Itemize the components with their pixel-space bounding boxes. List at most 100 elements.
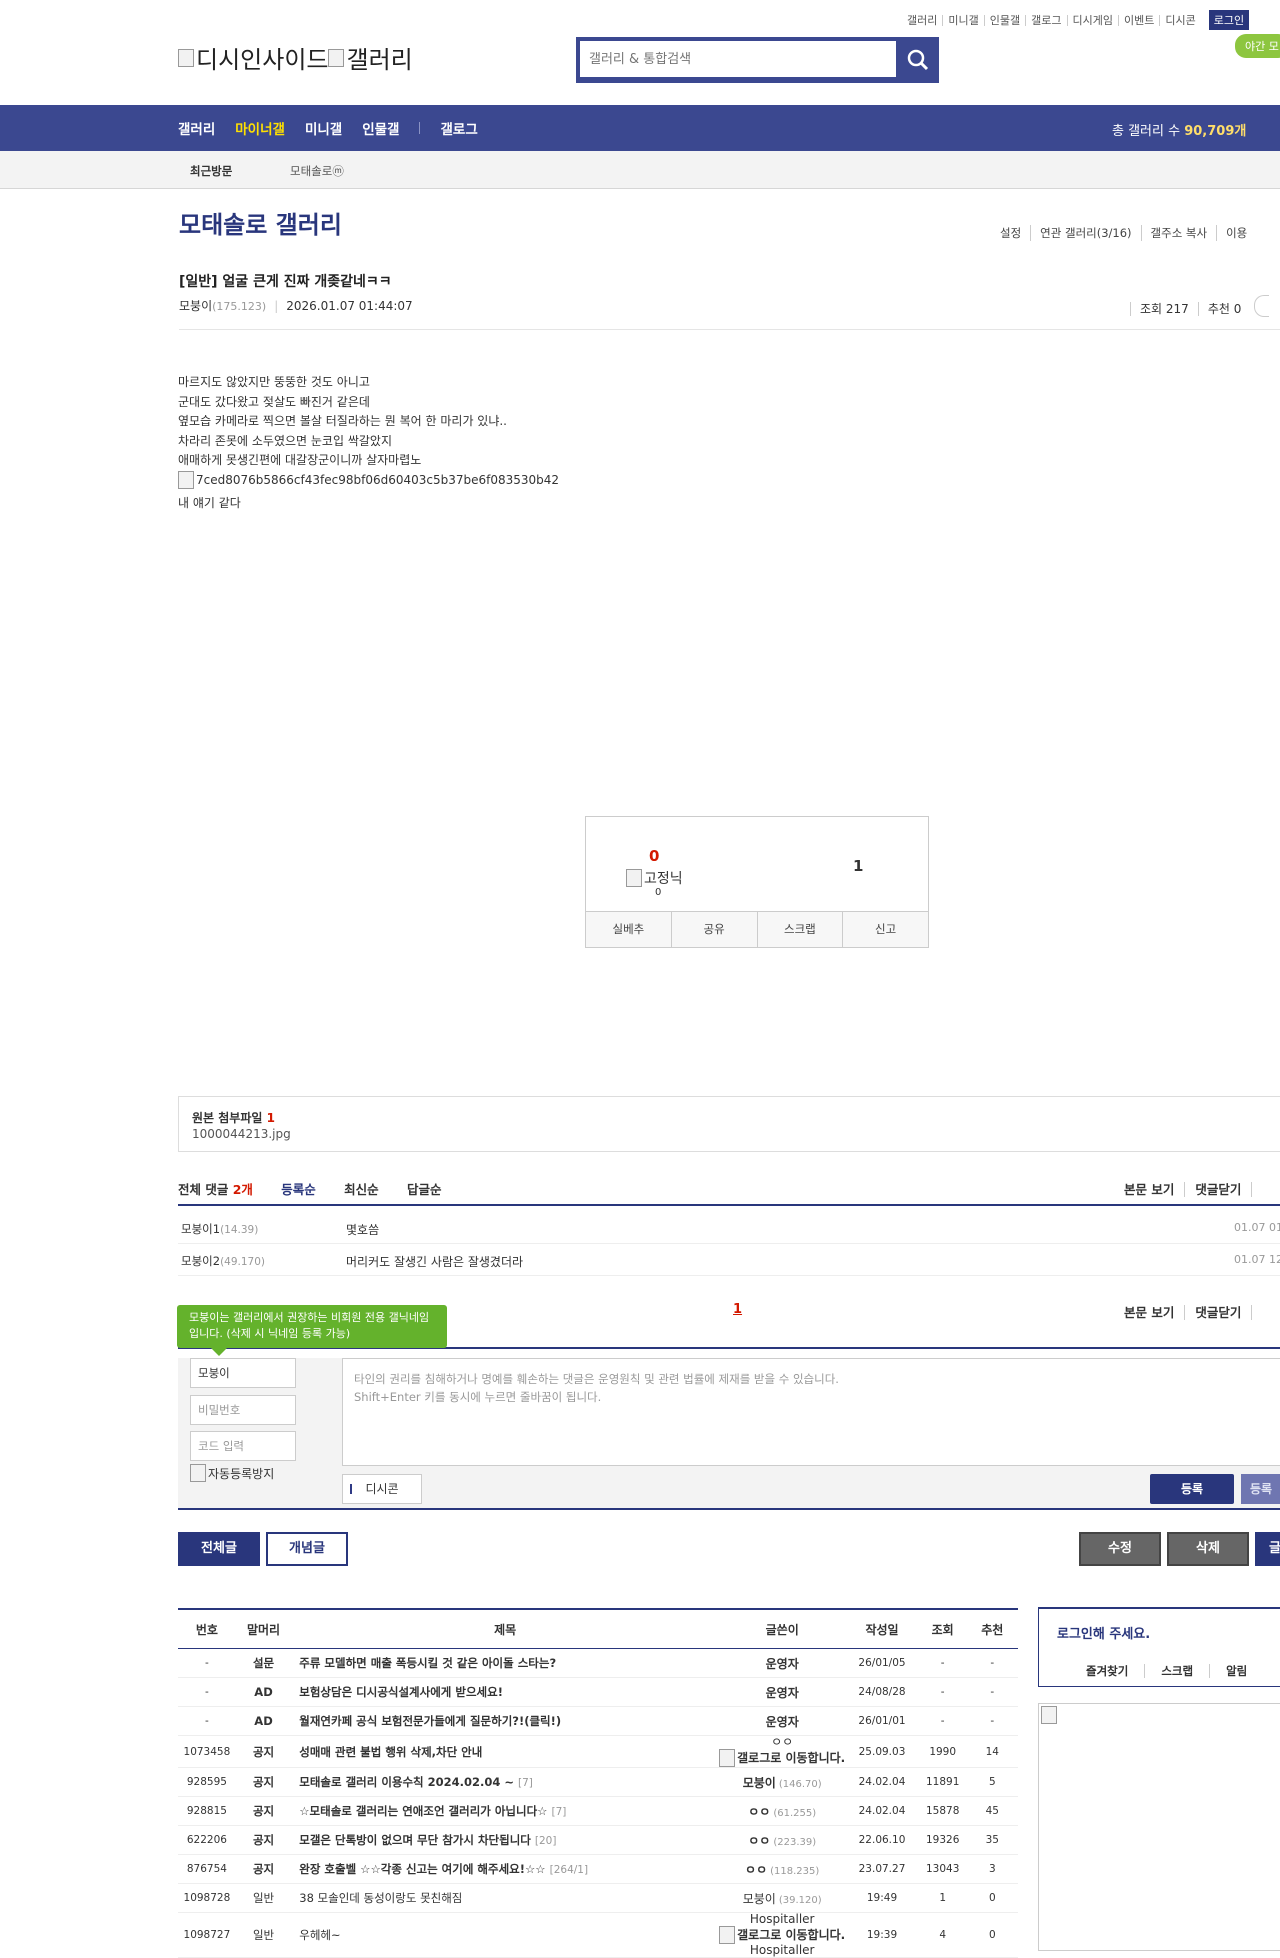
post-title-cell[interactable]: 성매매 관련 불법 행위 삭제,차단 안내 bbox=[291, 1735, 720, 1768]
search-button[interactable] bbox=[897, 37, 939, 83]
writer-name[interactable]: 운영자 bbox=[766, 1686, 799, 1700]
usage-link[interactable]: 이용 bbox=[1216, 225, 1256, 241]
util-link-event[interactable]: 이벤트 bbox=[1117, 14, 1159, 26]
report-button[interactable]: 신고 bbox=[842, 912, 928, 947]
all-posts-button[interactable]: 전체글 bbox=[178, 1532, 260, 1566]
util-link-person[interactable]: 인물갤 bbox=[983, 14, 1025, 26]
writer-name[interactable]: 운영자 bbox=[766, 1715, 799, 1729]
writer-name[interactable]: ㅇㅇ bbox=[748, 1834, 770, 1848]
post-writer[interactable]: ㅇㅇ 갤로그로 이동합니다. bbox=[719, 1735, 846, 1768]
post-title-cell[interactable]: 완장 호출벨 ☆☆각종 신고는 여기에 해주세요!☆☆ [264/1] bbox=[291, 1854, 720, 1884]
related-gallery-link[interactable]: 연관 갤러리(3/16) bbox=[1030, 225, 1140, 241]
writer-name[interactable]: ㅇㅇ bbox=[745, 1863, 767, 1877]
post-title-link[interactable]: 우헤헤~ bbox=[299, 1928, 340, 1942]
delete-button[interactable]: 삭제 bbox=[1167, 1532, 1249, 1566]
post-writer[interactable]: 운영자 bbox=[719, 1677, 846, 1707]
post-title-cell[interactable]: 보험상담은 디시공식설계사에게 받으세요! bbox=[291, 1677, 720, 1707]
recent-visit-label[interactable]: 최근방문 bbox=[190, 163, 232, 179]
search-input[interactable] bbox=[580, 41, 896, 77]
post-title-cell[interactable]: 주류 모델하면 매출 폭등시킬 것 같은 아이돌 스타는? bbox=[291, 1648, 720, 1678]
post-title-link[interactable]: 모태솔로 갤러리 이용수칙 2024.02.04 ~ bbox=[299, 1775, 514, 1789]
notifications-link[interactable]: 알림 bbox=[1209, 1664, 1264, 1678]
nav-minor-gallery[interactable]: 마이너갤 bbox=[235, 118, 285, 138]
post-title-link[interactable]: ☆모태솔로 갤러리는 연애조언 갤러리가 아닙니다☆ bbox=[299, 1804, 547, 1818]
table-row[interactable]: 1073458 공지 성매매 관련 불법 행위 삭제,차단 안내 ㅇㅇ 갤로그로 이동합… bbox=[178, 1735, 1018, 1768]
submit-with-reply-button[interactable]: 등록 bbox=[1241, 1474, 1280, 1504]
post-writer[interactable]: ㅇㅇ (61.255) bbox=[719, 1796, 846, 1826]
post-writer[interactable]: ㅇㅇ (223.39) bbox=[719, 1825, 846, 1855]
table-row[interactable]: 928815 공지 ☆모태솔로 갤러리는 연애조언 갤러리가 아닙니다☆ [7] ㅇㅇ(… bbox=[178, 1796, 1018, 1826]
attachment-file-link[interactable]: 1000044213.jpg bbox=[192, 1127, 291, 1141]
refresh-comments-link[interactable] bbox=[1251, 1182, 1273, 1197]
view-post-link[interactable]: 본문 보기 bbox=[1124, 1182, 1184, 1197]
post-writer[interactable]: 운영자 bbox=[719, 1706, 846, 1736]
util-link-dcgame[interactable]: 디시게임 bbox=[1066, 14, 1118, 26]
nav-person-gallery[interactable]: 인물갤 bbox=[362, 118, 399, 138]
table-row[interactable]: - AD 월재연카페 공식 보험전문가들에게 질문하기?!(클릭!) 운영자 26/01… bbox=[178, 1706, 1018, 1736]
fixed-nick-recommend[interactable]: 고정닉 bbox=[626, 868, 683, 888]
writer-name[interactable]: 모붕이 bbox=[743, 1892, 776, 1906]
scrap-link[interactable]: 스크랩 bbox=[1144, 1664, 1210, 1678]
reply-count[interactable]: [20] bbox=[535, 1835, 557, 1847]
writer-name[interactable]: ㅇㅇ bbox=[748, 1805, 770, 1819]
refresh-comments-link[interactable] bbox=[1251, 1305, 1273, 1320]
comment-author[interactable]: 모붕이1(14.39) bbox=[181, 1221, 258, 1237]
post-title-link[interactable]: 성매매 관련 불법 행위 삭제,차단 안내 bbox=[299, 1745, 482, 1759]
nickname-field[interactable]: 모붕이 bbox=[190, 1358, 296, 1388]
site-logo[interactable]: 디시인사이드 갤러리 bbox=[178, 40, 413, 75]
post-title-cell[interactable]: 38 모솔인데 동성이랑도 못친해짐 bbox=[291, 1883, 720, 1913]
copy-address-link[interactable]: 갤주소 복사 bbox=[1140, 225, 1217, 241]
password-field[interactable]: 비밀번호 bbox=[190, 1395, 296, 1425]
post-title-link[interactable]: 38 모솔인데 동성이랑도 못친해짐 bbox=[299, 1891, 462, 1905]
nav-gallery[interactable]: 갤러리 bbox=[178, 118, 215, 138]
edit-button[interactable]: 수정 bbox=[1079, 1532, 1161, 1566]
nav-mini-gallery[interactable]: 미니갤 bbox=[305, 118, 342, 138]
recent-visit-item[interactable]: 모태솔로ⓜ bbox=[290, 163, 344, 179]
post-writer[interactable]: Hospitaller 갤로그로 이동합니다. Hospitaller bbox=[719, 1912, 846, 1958]
sort-by-replies[interactable]: 답글순 bbox=[407, 1182, 442, 1197]
post-writer[interactable]: 모붕이 (39.120) bbox=[719, 1883, 846, 1913]
submit-comment-button[interactable]: 등록 bbox=[1150, 1474, 1234, 1504]
reply-count[interactable]: [7] bbox=[551, 1806, 566, 1818]
sort-by-latest[interactable]: 최신순 bbox=[344, 1182, 379, 1197]
favorites-link[interactable]: 즐겨찾기 bbox=[1086, 1664, 1144, 1678]
gallog-link[interactable]: 갤로그로 이동합니다. bbox=[719, 1749, 845, 1767]
post-writer[interactable]: ㅇㅇ (118.235) bbox=[719, 1854, 846, 1884]
table-row[interactable]: 876754 공지 완장 호출벨 ☆☆각종 신고는 여기에 해주세요!☆☆ [264/… bbox=[178, 1854, 1018, 1884]
share-button[interactable]: 공유 bbox=[670, 912, 757, 947]
close-comments-link[interactable]: 댓글닫기 bbox=[1184, 1182, 1252, 1197]
post-title-link[interactable]: 월재연카페 공식 보험전문가들에게 질문하기?!(클릭!) bbox=[299, 1714, 561, 1728]
post-title-cell[interactable]: 모갤은 단톡방이 없으며 무단 참가시 차단됩니다 [20] bbox=[291, 1825, 720, 1855]
login-button[interactable]: 로그인 bbox=[1208, 10, 1250, 30]
post-title-cell[interactable]: 월재연카페 공식 보험전문가들에게 질문하기?!(클릭!) bbox=[291, 1706, 720, 1736]
util-link-gallog[interactable]: 갤로그 bbox=[1025, 14, 1066, 26]
close-comments-link[interactable]: 댓글닫기 bbox=[1184, 1305, 1252, 1320]
night-mode-toggle[interactable]: 야간 모 bbox=[1235, 34, 1280, 58]
recommend-down-count[interactable]: 1 bbox=[853, 857, 863, 875]
post-writer[interactable]: 운영자 bbox=[719, 1648, 846, 1678]
post-title-link[interactable]: 모갤은 단톡방이 없으며 무단 참가시 차단됩니다 bbox=[299, 1833, 531, 1847]
util-link-minigal[interactable]: 미니갤 bbox=[942, 14, 983, 26]
post-title-cell[interactable]: ☆모태솔로 갤러리는 연애조언 갤러리가 아닙니다☆ [7] bbox=[291, 1796, 720, 1826]
gallog-link[interactable]: 갤로그로 이동합니다. bbox=[719, 1926, 845, 1944]
post-author[interactable]: 모붕이 bbox=[179, 299, 212, 313]
reply-count[interactable]: [264/1] bbox=[550, 1864, 588, 1876]
gallery-title[interactable]: 모태솔로 갤러리 bbox=[179, 205, 342, 240]
comment-page-1[interactable]: 1 bbox=[733, 1302, 742, 1317]
writer-name[interactable]: Hospitaller bbox=[719, 1913, 845, 1926]
util-link-gallery[interactable]: 갤러리 bbox=[902, 15, 942, 26]
table-row[interactable]: 1098727 일반 우헤헤~ Hospitaller 갤로그로 이동합니다. Hospi… bbox=[178, 1912, 1018, 1958]
post-image[interactable]: 7ced8076b5866cf43fec98bf06d60403c5b37be6… bbox=[178, 471, 559, 491]
scrap-button[interactable]: 스크랩 bbox=[756, 912, 843, 947]
dccon-button[interactable]: 디시콘 bbox=[342, 1474, 422, 1504]
recommend-up-count[interactable]: 0 bbox=[649, 847, 659, 865]
write-button[interactable]: 글 bbox=[1255, 1532, 1280, 1566]
side-banner[interactable] bbox=[1038, 1703, 1280, 1951]
login-prompt[interactable]: 로그인해 주세요. bbox=[1057, 1623, 1150, 1642]
gallery-settings-link[interactable]: 설정 bbox=[1000, 225, 1030, 241]
post-title-link[interactable]: 완장 호출벨 ☆☆각종 신고는 여기에 해주세요!☆☆ bbox=[299, 1862, 545, 1876]
table-row[interactable]: 622206 공지 모갤은 단톡방이 없으며 무단 참가시 차단됩니다 [20] ㅇㅇ(… bbox=[178, 1825, 1018, 1855]
writer-name[interactable]: ㅇㅇ bbox=[719, 1736, 845, 1749]
post-writer[interactable]: 모붕이 (146.70) bbox=[719, 1767, 846, 1797]
table-row[interactable]: - 설문 주류 모델하면 매출 폭등시킬 것 같은 아이돌 스타는? 운영자 26/01… bbox=[178, 1648, 1018, 1678]
